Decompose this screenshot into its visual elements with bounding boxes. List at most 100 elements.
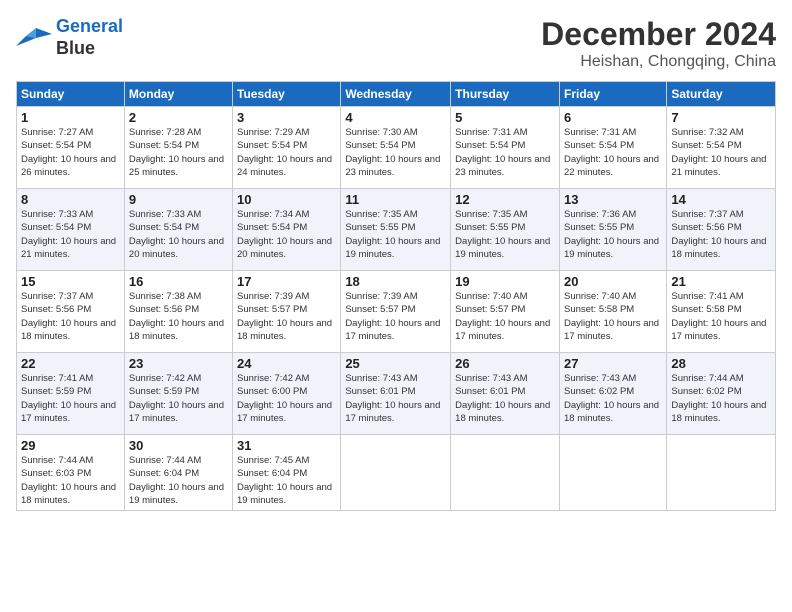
day-number: 12 [455,192,555,207]
day-number: 26 [455,356,555,371]
day-info: Sunrise: 7:37 AM Sunset: 5:56 PM Dayligh… [671,208,771,261]
logo-icon [16,24,52,52]
day-info: Sunrise: 7:28 AM Sunset: 5:54 PM Dayligh… [129,126,228,179]
calendar-cell: 24 Sunrise: 7:42 AM Sunset: 6:00 PM Dayl… [233,353,341,435]
day-info: Sunrise: 7:43 AM Sunset: 6:01 PM Dayligh… [345,372,446,425]
day-number: 31 [237,438,336,453]
day-number: 10 [237,192,336,207]
logo-line1: General [56,16,123,38]
calendar-cell: 21 Sunrise: 7:41 AM Sunset: 5:58 PM Dayl… [667,271,776,353]
header-thursday: Thursday [451,82,560,107]
header-tuesday: Tuesday [233,82,341,107]
calendar-cell: 11 Sunrise: 7:35 AM Sunset: 5:55 PM Dayl… [341,189,451,271]
logo-line2: Blue [56,38,123,60]
day-number: 3 [237,110,336,125]
month-title: December 2024 [541,16,776,53]
calendar-cell [341,435,451,511]
day-number: 4 [345,110,446,125]
day-info: Sunrise: 7:33 AM Sunset: 5:54 PM Dayligh… [21,208,120,261]
day-number: 9 [129,192,228,207]
day-info: Sunrise: 7:35 AM Sunset: 5:55 PM Dayligh… [455,208,555,261]
header-monday: Monday [124,82,232,107]
calendar-cell: 29 Sunrise: 7:44 AM Sunset: 6:03 PM Dayl… [17,435,125,511]
day-info: Sunrise: 7:40 AM Sunset: 5:58 PM Dayligh… [564,290,662,343]
day-number: 15 [21,274,120,289]
day-number: 27 [564,356,662,371]
day-info: Sunrise: 7:29 AM Sunset: 5:54 PM Dayligh… [237,126,336,179]
day-number: 13 [564,192,662,207]
day-number: 1 [21,110,120,125]
calendar-cell: 1 Sunrise: 7:27 AM Sunset: 5:54 PM Dayli… [17,107,125,189]
calendar-cell [667,435,776,511]
day-info: Sunrise: 7:27 AM Sunset: 5:54 PM Dayligh… [21,126,120,179]
calendar-cell: 16 Sunrise: 7:38 AM Sunset: 5:56 PM Dayl… [124,271,232,353]
day-number: 8 [21,192,120,207]
day-info: Sunrise: 7:43 AM Sunset: 6:02 PM Dayligh… [564,372,662,425]
day-number: 7 [671,110,771,125]
day-number: 16 [129,274,228,289]
day-number: 19 [455,274,555,289]
day-info: Sunrise: 7:41 AM Sunset: 5:58 PM Dayligh… [671,290,771,343]
day-number: 11 [345,192,446,207]
calendar-cell: 31 Sunrise: 7:45 AM Sunset: 6:04 PM Dayl… [233,435,341,511]
calendar-cell: 8 Sunrise: 7:33 AM Sunset: 5:54 PM Dayli… [17,189,125,271]
calendar-cell: 6 Sunrise: 7:31 AM Sunset: 5:54 PM Dayli… [559,107,666,189]
calendar-cell: 3 Sunrise: 7:29 AM Sunset: 5:54 PM Dayli… [233,107,341,189]
day-number: 25 [345,356,446,371]
calendar-cell: 27 Sunrise: 7:43 AM Sunset: 6:02 PM Dayl… [559,353,666,435]
calendar: Sunday Monday Tuesday Wednesday Thursday… [16,81,776,511]
day-number: 20 [564,274,662,289]
calendar-cell: 30 Sunrise: 7:44 AM Sunset: 6:04 PM Dayl… [124,435,232,511]
calendar-cell: 5 Sunrise: 7:31 AM Sunset: 5:54 PM Dayli… [451,107,560,189]
day-info: Sunrise: 7:30 AM Sunset: 5:54 PM Dayligh… [345,126,446,179]
header-sunday: Sunday [17,82,125,107]
calendar-header-row: Sunday Monday Tuesday Wednesday Thursday… [17,82,776,107]
header-friday: Friday [559,82,666,107]
day-number: 24 [237,356,336,371]
calendar-cell [451,435,560,511]
title-area: December 2024 Heishan, Chongqing, China [541,16,776,71]
day-info: Sunrise: 7:39 AM Sunset: 5:57 PM Dayligh… [345,290,446,343]
day-number: 21 [671,274,771,289]
day-info: Sunrise: 7:36 AM Sunset: 5:55 PM Dayligh… [564,208,662,261]
day-number: 18 [345,274,446,289]
calendar-cell: 20 Sunrise: 7:40 AM Sunset: 5:58 PM Dayl… [559,271,666,353]
header-wednesday: Wednesday [341,82,451,107]
day-number: 30 [129,438,228,453]
calendar-cell: 10 Sunrise: 7:34 AM Sunset: 5:54 PM Dayl… [233,189,341,271]
calendar-cell: 22 Sunrise: 7:41 AM Sunset: 5:59 PM Dayl… [17,353,125,435]
day-info: Sunrise: 7:42 AM Sunset: 6:00 PM Dayligh… [237,372,336,425]
day-info: Sunrise: 7:31 AM Sunset: 5:54 PM Dayligh… [564,126,662,179]
calendar-cell: 19 Sunrise: 7:40 AM Sunset: 5:57 PM Dayl… [451,271,560,353]
calendar-cell: 4 Sunrise: 7:30 AM Sunset: 5:54 PM Dayli… [341,107,451,189]
day-info: Sunrise: 7:39 AM Sunset: 5:57 PM Dayligh… [237,290,336,343]
day-info: Sunrise: 7:42 AM Sunset: 5:59 PM Dayligh… [129,372,228,425]
day-number: 14 [671,192,771,207]
calendar-cell: 13 Sunrise: 7:36 AM Sunset: 5:55 PM Dayl… [559,189,666,271]
day-number: 29 [21,438,120,453]
calendar-cell: 14 Sunrise: 7:37 AM Sunset: 5:56 PM Dayl… [667,189,776,271]
calendar-cell: 26 Sunrise: 7:43 AM Sunset: 6:01 PM Dayl… [451,353,560,435]
calendar-cell: 9 Sunrise: 7:33 AM Sunset: 5:54 PM Dayli… [124,189,232,271]
calendar-cell: 12 Sunrise: 7:35 AM Sunset: 5:55 PM Dayl… [451,189,560,271]
page: General Blue December 2024 Heishan, Chon… [0,0,792,612]
day-number: 28 [671,356,771,371]
day-info: Sunrise: 7:35 AM Sunset: 5:55 PM Dayligh… [345,208,446,261]
calendar-cell: 25 Sunrise: 7:43 AM Sunset: 6:01 PM Dayl… [341,353,451,435]
calendar-cell: 23 Sunrise: 7:42 AM Sunset: 5:59 PM Dayl… [124,353,232,435]
calendar-cell: 7 Sunrise: 7:32 AM Sunset: 5:54 PM Dayli… [667,107,776,189]
day-number: 2 [129,110,228,125]
day-number: 6 [564,110,662,125]
header-saturday: Saturday [667,82,776,107]
calendar-cell: 15 Sunrise: 7:37 AM Sunset: 5:56 PM Dayl… [17,271,125,353]
day-info: Sunrise: 7:44 AM Sunset: 6:03 PM Dayligh… [21,454,120,507]
day-info: Sunrise: 7:33 AM Sunset: 5:54 PM Dayligh… [129,208,228,261]
location-title: Heishan, Chongqing, China [541,53,776,71]
header: General Blue December 2024 Heishan, Chon… [16,16,776,71]
day-info: Sunrise: 7:41 AM Sunset: 5:59 PM Dayligh… [21,372,120,425]
day-info: Sunrise: 7:31 AM Sunset: 5:54 PM Dayligh… [455,126,555,179]
day-info: Sunrise: 7:40 AM Sunset: 5:57 PM Dayligh… [455,290,555,343]
day-info: Sunrise: 7:38 AM Sunset: 5:56 PM Dayligh… [129,290,228,343]
day-number: 17 [237,274,336,289]
day-info: Sunrise: 7:32 AM Sunset: 5:54 PM Dayligh… [671,126,771,179]
